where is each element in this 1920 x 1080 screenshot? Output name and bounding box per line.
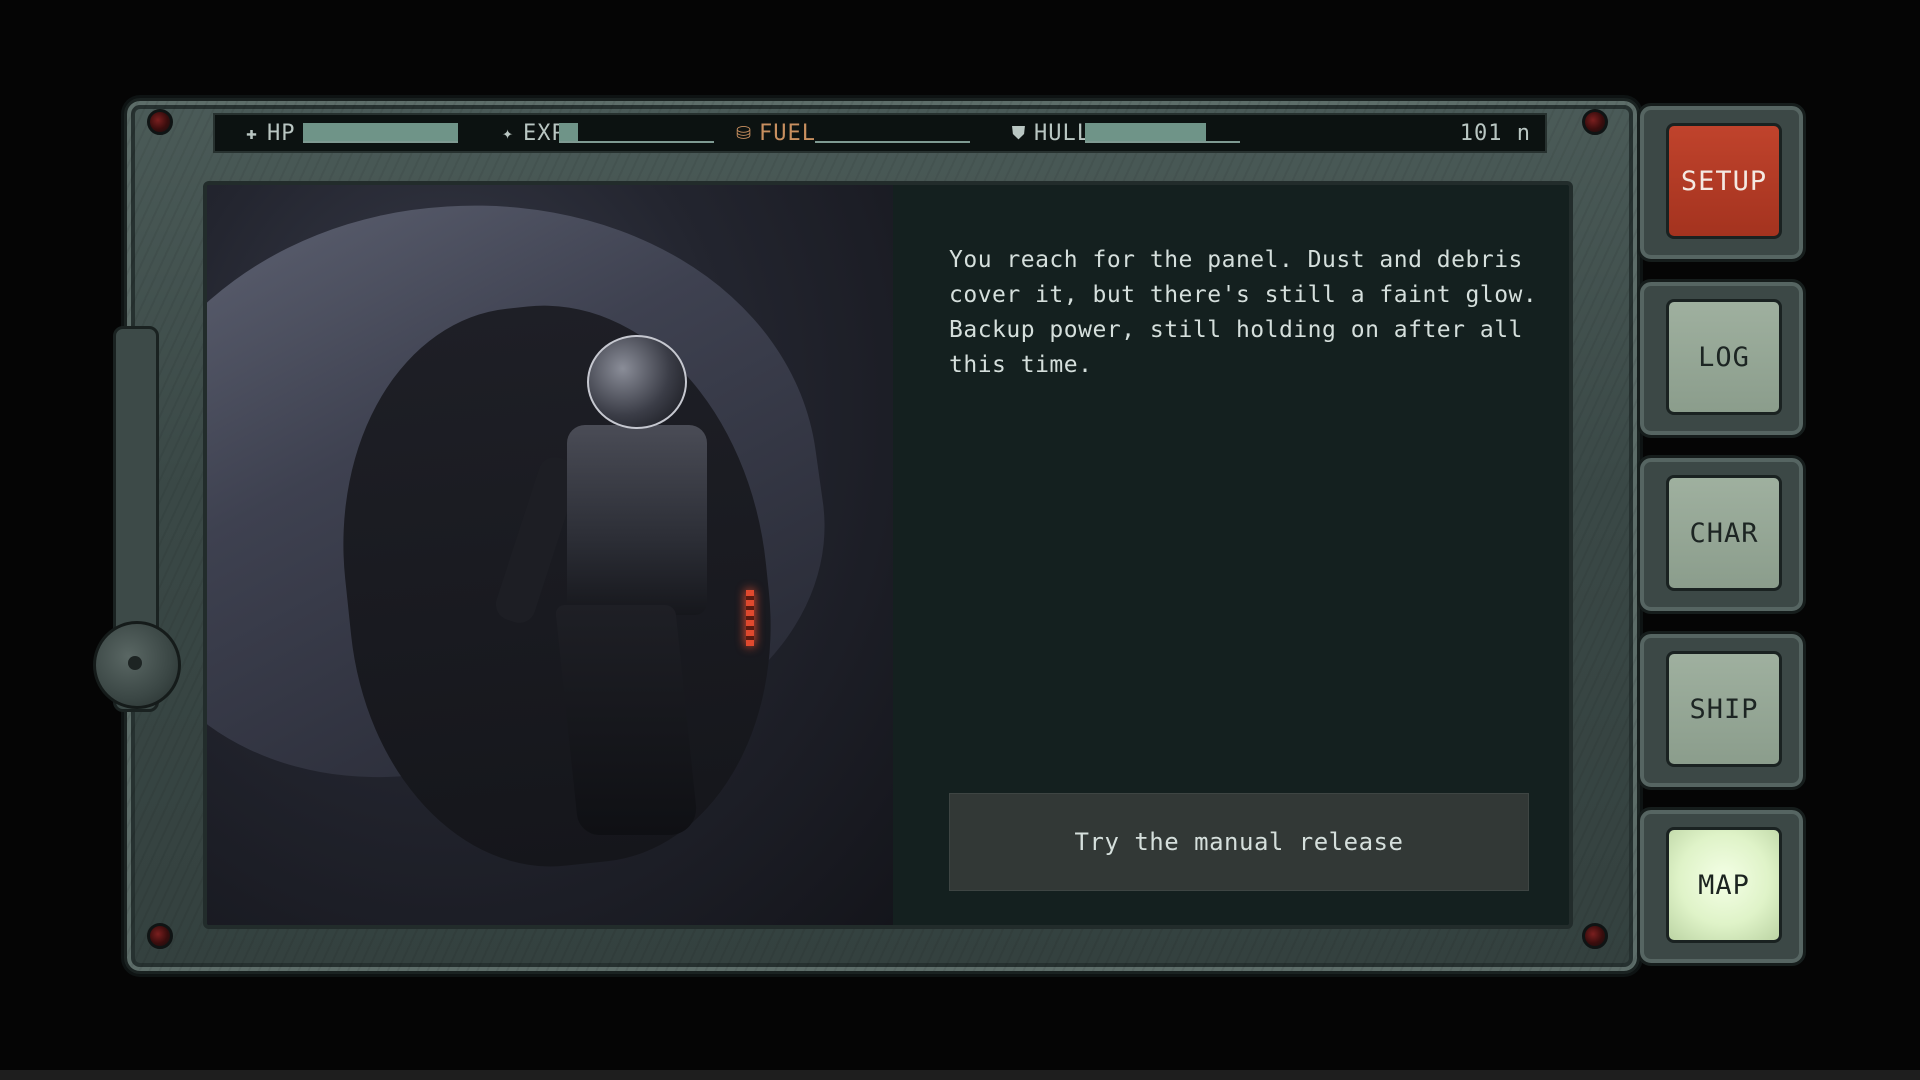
hp-stat: ✚ HP bbox=[243, 119, 296, 147]
bolt-bottom-left bbox=[147, 923, 173, 949]
hull-label: HULL bbox=[1034, 120, 1091, 146]
bolt-top-left bbox=[147, 109, 173, 135]
ship-button-label: SHIP bbox=[1666, 651, 1782, 767]
side-knob bbox=[93, 621, 181, 709]
exp-bar bbox=[559, 123, 714, 143]
fuel-bar bbox=[815, 123, 970, 143]
fuel-stat: ⛁ FUEL bbox=[735, 119, 816, 147]
astronaut-helmet bbox=[587, 335, 687, 429]
char-button-label: CHAR bbox=[1666, 475, 1782, 591]
log-button-label: LOG bbox=[1666, 299, 1782, 415]
story-text: You reach for the panel. Dust and debris… bbox=[949, 247, 1538, 378]
hull-stat: ⛊ HULL bbox=[1010, 119, 1091, 147]
astronaut-legs bbox=[554, 605, 700, 835]
setup-button[interactable]: SETUP bbox=[1637, 103, 1806, 262]
setup-button-label: SETUP bbox=[1666, 123, 1782, 239]
distance-readout: 101 n bbox=[1459, 120, 1531, 146]
hp-bar bbox=[303, 123, 458, 143]
fuel-drop-icon: ⛁ bbox=[735, 122, 753, 144]
hud-bar: ✚ HP ✦ EXP ⛁ FUEL ⛊ HULL 101 n bbox=[213, 113, 1547, 153]
exp-stat: ✦ EXP bbox=[499, 119, 566, 147]
char-button[interactable]: CHAR bbox=[1637, 455, 1806, 614]
hull-bar-fill bbox=[1085, 123, 1206, 141]
sparkle-icon: ✦ bbox=[502, 122, 514, 144]
map-button[interactable]: MAP bbox=[1637, 807, 1806, 966]
hp-bar-fill bbox=[303, 123, 458, 141]
ship-button[interactable]: SHIP bbox=[1637, 631, 1806, 790]
fuel-label: FUEL bbox=[759, 120, 816, 146]
log-button[interactable]: LOG bbox=[1637, 279, 1806, 438]
shield-icon: ⛊ bbox=[1011, 122, 1027, 144]
plus-icon: ✚ bbox=[246, 122, 258, 144]
console-frame: ✚ HP ✦ EXP ⛁ FUEL ⛊ HULL 101 n You reach… bbox=[93, 98, 1640, 974]
choice-button[interactable]: Try the manual release bbox=[949, 793, 1529, 891]
bolt-bottom-right bbox=[1582, 923, 1608, 949]
bolt-top-right bbox=[1582, 109, 1608, 135]
red-beacon bbox=[746, 590, 754, 646]
bottom-edge bbox=[0, 1070, 1920, 1080]
exp-bar-fill bbox=[559, 123, 578, 141]
astronaut-body bbox=[567, 425, 707, 615]
map-button-label: MAP bbox=[1666, 827, 1782, 943]
hull-bar bbox=[1085, 123, 1240, 143]
main-screen: You reach for the panel. Dust and debris… bbox=[203, 181, 1573, 929]
scene-illustration bbox=[207, 185, 893, 925]
side-menu: SETUP LOG CHAR SHIP MAP bbox=[1637, 103, 1806, 983]
hp-label: HP bbox=[267, 120, 296, 146]
